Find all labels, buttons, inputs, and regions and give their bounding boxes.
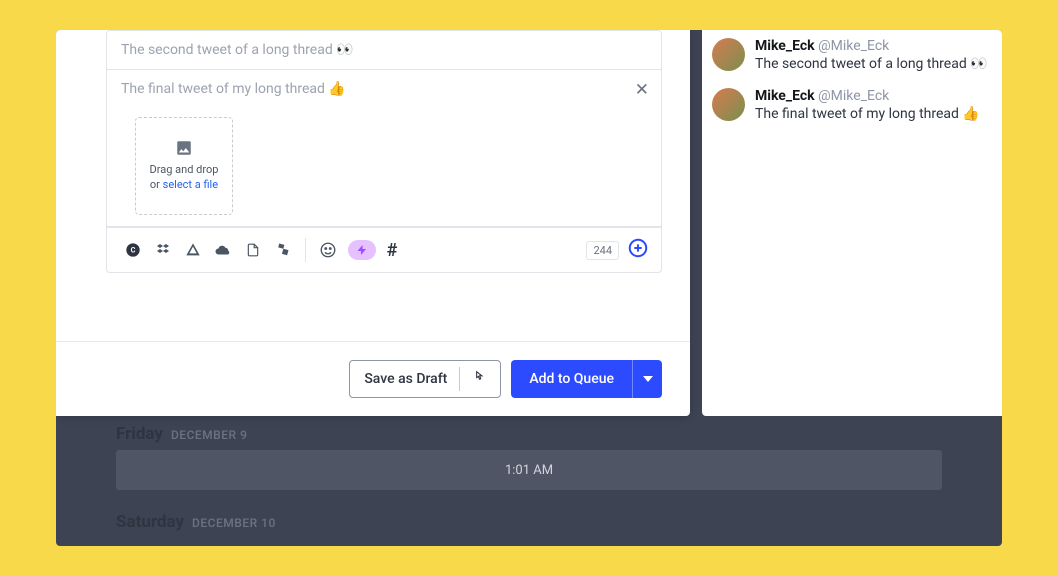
cursor-pointer-icon	[472, 369, 486, 389]
calendar-slot-time: 1:01 AM	[505, 463, 553, 478]
emoji-icon[interactable]	[314, 236, 342, 264]
image-icon	[174, 139, 194, 157]
preview-tweet: Mike_Eck @Mike_Eck The second tweet of a…	[712, 34, 992, 84]
character-count: 244	[586, 241, 619, 260]
google-drive-icon[interactable]	[179, 236, 207, 264]
preview-author-handle: @Mike_Eck	[818, 38, 889, 54]
queue-dropdown-caret[interactable]	[632, 360, 662, 398]
chevron-down-icon	[643, 376, 653, 382]
preview-author-name: Mike_Eck	[755, 38, 815, 54]
pinwheel-icon[interactable]	[269, 236, 297, 264]
dropbox-icon[interactable]	[149, 236, 177, 264]
dropzone-text: Drag and drop or select a file	[150, 163, 219, 193]
preview-tweet: Mike_Eck @Mike_Eck The final tweet of my…	[712, 84, 992, 134]
plus-circle-icon	[627, 237, 649, 259]
calendar-day: Saturday DECEMBER 10	[56, 504, 1002, 538]
preview-author-handle: @Mike_Eck	[818, 88, 889, 104]
preview-tweet-text: The second tweet of a long thread 👀	[755, 56, 992, 72]
tweet-row[interactable]: The final tweet of my long thread 👍 ✕ Dr…	[107, 70, 661, 227]
calendar-slot[interactable]: 1:01 AM	[116, 450, 942, 490]
save-draft-button[interactable]: Save as Draft	[349, 360, 501, 398]
avatar	[712, 38, 745, 71]
tweet-row[interactable]: The second tweet of a long thread 👀	[107, 31, 661, 70]
calendar-day-date: DECEMBER 9	[171, 428, 247, 442]
ai-assist-button[interactable]	[348, 240, 376, 260]
preview-author-name: Mike_Eck	[755, 88, 815, 104]
avatar	[712, 88, 745, 121]
media-dropzone[interactable]: Drag and drop or select a file	[135, 117, 233, 215]
button-divider	[459, 367, 460, 391]
calendar-day-date: DECEMBER 10	[192, 516, 276, 530]
calendar-day-name: Saturday	[116, 512, 184, 532]
calendar-day-name: Friday	[116, 424, 163, 444]
tweet-thread-box: The second tweet of a long thread 👀 The …	[106, 30, 662, 273]
onedrive-icon[interactable]	[209, 236, 237, 264]
file-icon[interactable]	[239, 236, 267, 264]
tweet-text: The final tweet of my long thread 👍	[121, 81, 346, 97]
calendar-day: Friday DECEMBER 9 1:01 AM	[56, 416, 1002, 490]
composer-modal: The second tweet of a long thread 👀 The …	[56, 30, 690, 416]
composer-toolbar: C	[107, 227, 661, 272]
app-frame: Friday DECEMBER 9 1:01 AM Saturday DECEM…	[56, 30, 1002, 546]
tweet-text: The second tweet of a long thread 👀	[121, 42, 354, 58]
add-tweet-button[interactable]	[627, 237, 649, 263]
composer-footer: Save as Draft Add to Queue	[56, 341, 690, 416]
toolbar-divider	[305, 238, 306, 262]
canva-icon[interactable]: C	[119, 236, 147, 264]
hashtag-button[interactable]: #	[378, 236, 406, 264]
bolt-icon	[356, 243, 368, 257]
select-file-link[interactable]: select a file	[163, 178, 218, 191]
preview-panel: Mike_Eck @Mike_Eck The second tweet of a…	[702, 30, 1002, 416]
add-to-queue-button[interactable]: Add to Queue	[511, 360, 662, 398]
svg-text:C: C	[131, 246, 136, 255]
preview-tweet-text: The final tweet of my long thread 👍	[755, 106, 992, 122]
close-icon[interactable]: ✕	[635, 80, 649, 100]
